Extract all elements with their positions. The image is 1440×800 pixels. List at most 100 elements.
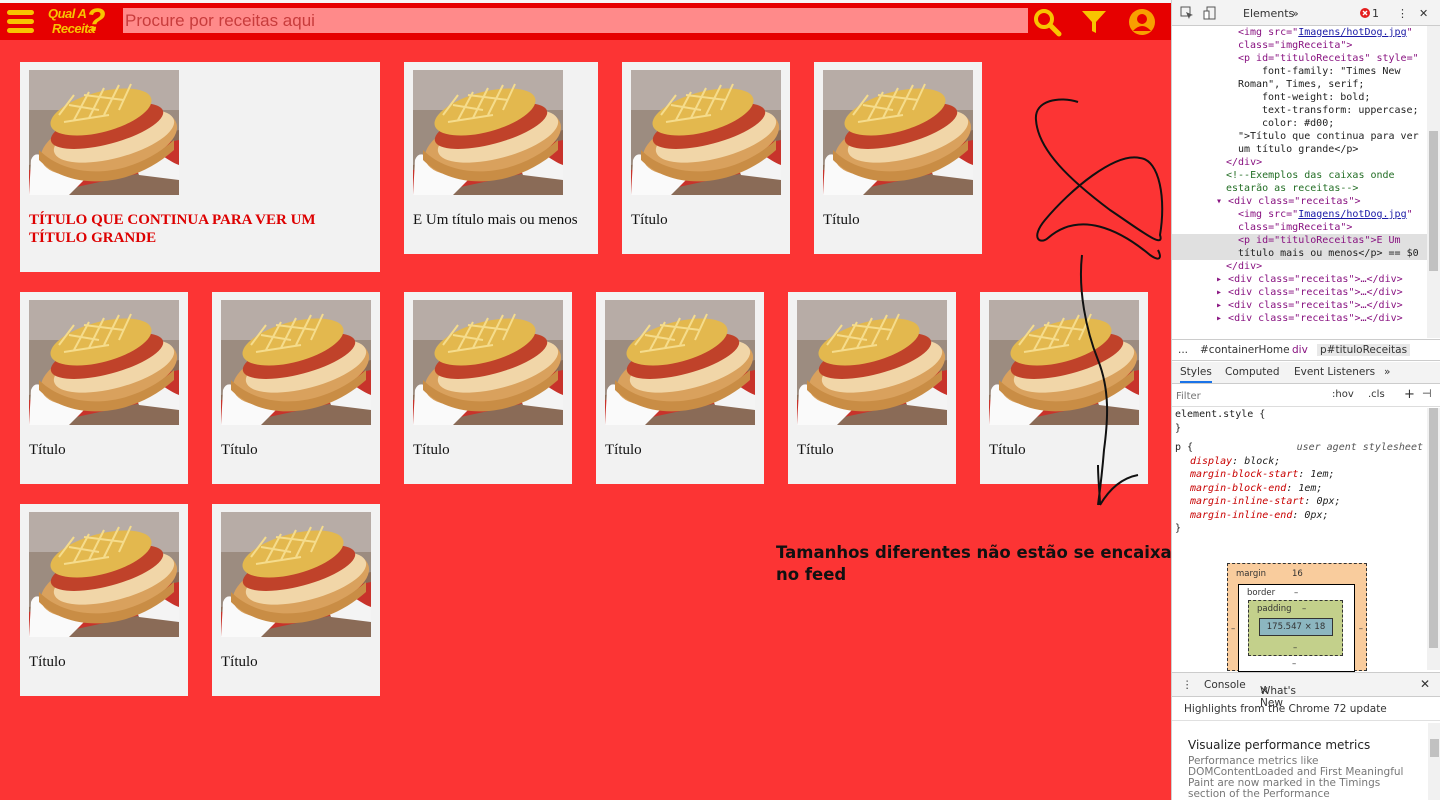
code-line[interactable]: <img src="Imagens/hotDog.jpg" [1172,208,1427,221]
whats-new-heading[interactable]: Visualize performance metrics [1188,738,1418,752]
tab-computed[interactable]: Computed [1225,366,1280,378]
style-property[interactable]: margin-inline-start: 0px; [1172,495,1427,509]
border-label: border [1247,588,1276,598]
code-comment: estarão as receitas--> [1226,183,1359,194]
error-icon[interactable] [1360,8,1370,18]
border-box: border – padding – 175.547 × 18 – – [1238,584,1355,672]
styles-filter-input[interactable] [1176,388,1324,404]
toggle-sidebar-icon[interactable]: ⊣ [1422,387,1432,400]
drawer-menu-icon[interactable]: ⋮ [1182,679,1193,691]
recipe-card[interactable]: Título [212,292,380,484]
hotdog-image [823,70,973,195]
recipe-card[interactable]: E Um título mais ou menos [404,62,598,254]
add-rule-icon[interactable]: + [1404,387,1415,402]
code-line: font-weight: bold; [1262,92,1371,103]
recipe-title: Título [631,212,668,228]
recipe-card[interactable]: Título [622,62,790,254]
user-icon[interactable] [1127,7,1157,37]
element-style-selector[interactable]: element.style { [1172,408,1427,422]
cls-toggle[interactable]: .cls [1368,389,1385,400]
code-line[interactable]: ▾ <div class="receitas"> [1172,195,1427,208]
hotdog-image [29,70,179,195]
drawer-scrollbar[interactable] [1428,723,1440,800]
code-line-selected[interactable]: título mais ou menos</p> == $0 [1172,247,1427,260]
style-property[interactable]: margin-block-end: 1em; [1172,482,1427,496]
p-selector[interactable]: p { [1175,442,1193,453]
search-input[interactable] [123,8,1028,33]
scrollbar-thumb[interactable] [1430,739,1439,757]
code-line[interactable]: class="imgReceita"> [1172,221,1427,234]
more-tabs-icon[interactable]: » [1292,7,1299,20]
filter-icon[interactable] [1079,7,1109,37]
breadcrumb-item[interactable]: #containerHome [1200,344,1290,356]
breadcrumb-item[interactable]: p#tituloReceitas [1317,344,1411,356]
code-line-selected[interactable]: <p id="tituloReceitas">E Um [1172,234,1427,247]
collapsed-node[interactable]: ▸ <div class="receitas">…</div> [1172,299,1427,312]
hotdog-image [29,512,179,637]
recipe-title: Título [221,442,258,458]
border-value[interactable]: – [1294,588,1298,598]
hov-toggle[interactable]: :hov [1332,389,1354,400]
elements-scrollbar[interactable] [1427,26,1440,338]
tab-event-listeners[interactable]: Event Listeners [1294,366,1375,378]
code-line[interactable]: </div> [1172,260,1427,273]
code-line: color: #d00; [1262,118,1335,129]
margin-value[interactable]: 16 [1292,569,1303,579]
collapsed-node[interactable]: ▸ <div class="receitas">…</div> [1172,286,1427,299]
recipe-card[interactable]: Título [814,62,982,254]
recipe-card[interactable]: Título [20,292,188,484]
hotdog-image [631,70,781,195]
rule-close: } [1175,523,1182,534]
close-drawer-icon[interactable]: ✕ [1420,677,1430,691]
inspect-icon[interactable] [1180,6,1194,20]
kebab-menu-icon[interactable]: ⋮ [1397,7,1408,20]
close-tab-icon[interactable]: ✕ [1260,685,1269,697]
menu-icon[interactable] [6,8,36,36]
recipe-card[interactable]: Título [212,504,380,696]
error-count: 1 [1372,7,1379,20]
padding-value[interactable]: – [1302,604,1306,614]
style-property[interactable]: margin-block-start: 1em; [1172,468,1427,482]
logo[interactable]: Qual A Receita ? [46,3,118,39]
code-line[interactable]: class="imgReceita"> [1172,39,1427,52]
p-rule-header: p { user agent stylesheet [1172,441,1427,455]
code-comment: <!--Exemplos das caixas onde [1226,170,1395,181]
more-panels-icon[interactable]: » [1384,366,1390,378]
device-toolbar-icon[interactable] [1203,6,1217,20]
scrollbar-thumb[interactable] [1429,408,1438,648]
tab-elements[interactable]: Elements [1243,7,1294,20]
recipe-card[interactable]: Título [404,292,572,484]
recipe-card[interactable]: Título [20,504,188,696]
recipe-title: Título [221,654,258,670]
search-icon[interactable] [1032,7,1062,37]
recipe-card[interactable]: Título [788,292,956,484]
hotdog-image [605,300,755,425]
code-line[interactable]: <img src="Imagens/hotDog.jpg" [1172,26,1427,39]
recipe-title: Título [413,442,450,458]
collapsed-node[interactable]: ▸ <div class="receitas">…</div> [1172,312,1427,325]
breadcrumb-item[interactable]: ... [1178,344,1188,356]
margin-dash: – [1231,624,1236,634]
logo-line1: Qual A [48,6,87,21]
recipe-card[interactable]: Título [596,292,764,484]
scrollbar-thumb[interactable] [1429,131,1438,271]
recipe-title: Título [605,442,642,458]
style-property[interactable]: margin-inline-end: 0px; [1172,509,1427,523]
tab-console[interactable]: Console [1204,679,1246,691]
styles-scrollbar[interactable] [1427,408,1440,670]
styles-panel-tabs: Styles Computed Event Listeners » [1172,362,1440,384]
recipe-card[interactable]: Título que continua para ver um título g… [20,62,380,272]
code-line[interactable]: <p id="tituloReceitas" style=" [1172,52,1427,65]
content-size[interactable]: 175.547 × 18 [1259,618,1333,636]
hotdog-image [797,300,947,425]
navbar: Qual A Receita ? [0,0,1171,40]
close-devtools-icon[interactable]: ✕ [1419,7,1428,20]
tab-styles[interactable]: Styles [1180,366,1212,383]
style-property[interactable]: display: block; [1172,455,1427,469]
hotdog-image [29,300,179,425]
padding-label: padding [1257,604,1292,614]
collapsed-node[interactable]: ▸ <div class="receitas">…</div> [1172,273,1427,286]
code-line[interactable]: </div> [1172,156,1427,169]
hand-drawn-arrow [1034,98,1164,506]
breadcrumb-item[interactable]: div [1292,344,1308,356]
